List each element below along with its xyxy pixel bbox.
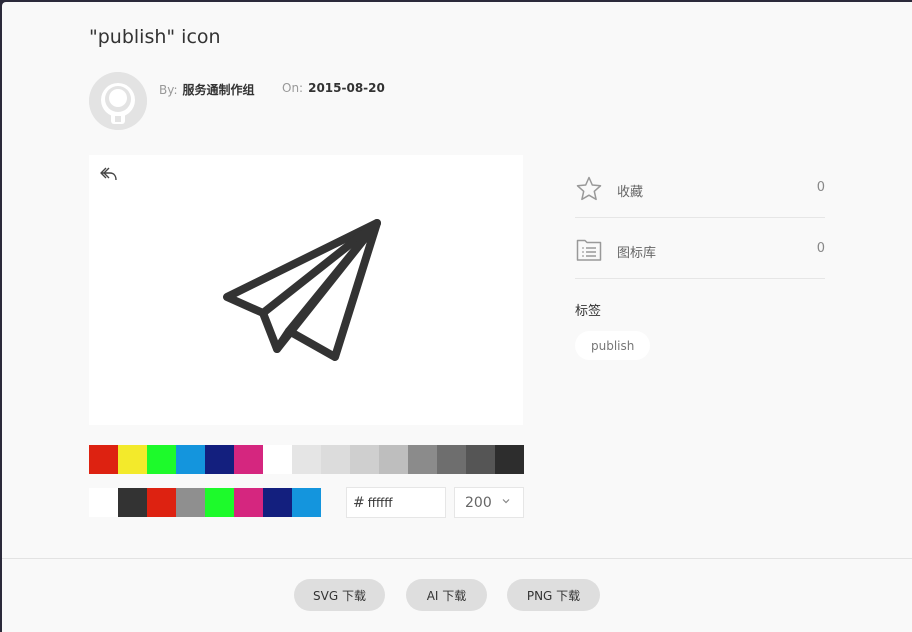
color-palette — [89, 445, 524, 474]
hex-color-input[interactable] — [367, 495, 438, 510]
size-value: 200 — [465, 494, 492, 511]
library-row[interactable]: 图标库 0 — [575, 219, 825, 279]
color-swatch[interactable] — [379, 445, 408, 474]
page-title: "publish" icon — [89, 26, 221, 48]
color-swatch[interactable] — [263, 445, 292, 474]
color-swatch[interactable] — [437, 445, 466, 474]
library-label: 图标库 — [617, 246, 657, 261]
color-swatch[interactable] — [466, 445, 495, 474]
author-meta: By: 服务通制作组 — [159, 81, 255, 98]
color-swatch[interactable] — [176, 445, 205, 474]
chevron-down-icon — [502, 499, 510, 504]
recent-color-swatch[interactable] — [147, 488, 176, 517]
publish-date: 2015-08-20 — [308, 81, 385, 95]
folder-list-icon[interactable] — [575, 236, 603, 264]
recent-colors — [89, 488, 321, 517]
icon-preview — [89, 155, 523, 425]
color-swatch[interactable] — [495, 445, 524, 474]
color-swatch[interactable] — [205, 445, 234, 474]
svg-download-button[interactable]: SVG 下载 — [294, 579, 385, 611]
icon-detail-dialog: "publish" icon By: 服务通制作组 On: 2015-08-20 — [2, 2, 912, 632]
star-icon[interactable] — [575, 175, 603, 203]
recent-color-swatch[interactable] — [89, 488, 118, 517]
favorite-row[interactable]: 收藏 0 — [575, 158, 825, 218]
tag-publish[interactable]: publish — [575, 331, 651, 360]
recent-color-swatch[interactable] — [176, 488, 205, 517]
avatar-icon — [89, 72, 147, 130]
size-select[interactable]: 200 — [454, 487, 524, 518]
on-label: On: — [282, 81, 304, 95]
color-swatch[interactable] — [350, 445, 379, 474]
color-swatch[interactable] — [234, 445, 263, 474]
color-swatch[interactable] — [321, 445, 350, 474]
undo-icon[interactable] — [99, 165, 119, 183]
author-name[interactable]: 服务通制作组 — [183, 83, 255, 97]
date-meta: On: 2015-08-20 — [282, 81, 385, 95]
color-swatch[interactable] — [118, 445, 147, 474]
by-label: By: — [159, 83, 178, 97]
footer-divider — [2, 558, 912, 559]
recent-color-swatch[interactable] — [118, 488, 147, 517]
png-download-button[interactable]: PNG 下载 — [507, 579, 600, 611]
color-swatch[interactable] — [408, 445, 437, 474]
color-swatch[interactable] — [89, 445, 118, 474]
recent-color-swatch[interactable] — [234, 488, 263, 517]
color-swatch[interactable] — [147, 445, 176, 474]
recent-color-swatch[interactable] — [263, 488, 292, 517]
hash-label: # — [353, 494, 365, 511]
color-swatch[interactable] — [292, 445, 321, 474]
favorite-label: 收藏 — [617, 185, 644, 200]
ai-download-button[interactable]: AI 下载 — [406, 579, 487, 611]
tags-title: 标签 — [575, 304, 602, 319]
recent-color-swatch[interactable] — [205, 488, 234, 517]
paper-plane-icon — [223, 219, 381, 361]
author-avatar[interactable] — [89, 72, 147, 130]
hex-color-field[interactable]: # — [346, 487, 446, 518]
recent-color-swatch[interactable] — [292, 488, 321, 517]
favorite-count: 0 — [816, 180, 825, 195]
library-count: 0 — [816, 241, 825, 256]
